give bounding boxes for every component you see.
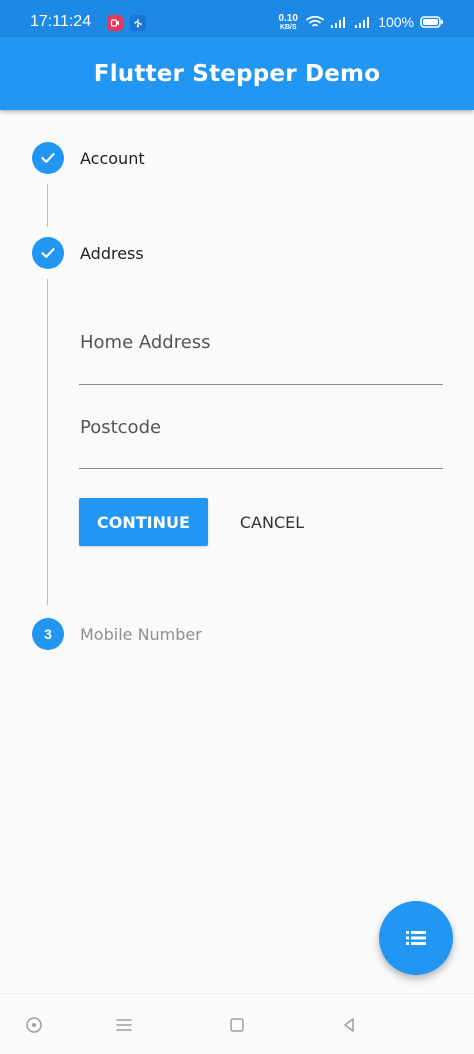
menu-button[interactable]	[113, 1014, 135, 1036]
step-address-complete-indicator[interactable]	[32, 237, 64, 269]
app-bar: Flutter Stepper Demo	[0, 37, 474, 110]
home-address-input[interactable]	[79, 384, 443, 385]
record-icon	[107, 15, 123, 31]
menu-icon	[116, 1019, 132, 1031]
step-mobile-number-indicator[interactable]: 3	[32, 618, 64, 650]
step-connector-line	[47, 279, 48, 605]
continue-button[interactable]: CONTINUE	[79, 498, 208, 546]
step-account-title[interactable]: Account	[80, 150, 145, 168]
status-indicators: 0.10 KB/S 100%	[276, 12, 444, 32]
wifi-icon	[306, 15, 325, 27]
status-bar: 17:11:24 0.10 KB/S 100%	[0, 0, 474, 37]
signal-icon	[331, 17, 346, 28]
step-number: 3	[44, 626, 52, 642]
back-triangle-icon	[344, 1018, 354, 1032]
target-icon	[26, 1017, 42, 1033]
target-button[interactable]	[23, 1014, 45, 1036]
step-address-title[interactable]: Address	[80, 245, 144, 263]
home-button[interactable]	[226, 1014, 248, 1036]
status-time: 17:11:24	[30, 13, 92, 30]
usb-icon	[130, 15, 146, 31]
step-connector-line	[47, 184, 48, 227]
network-speed: 0.10 KB/S	[276, 12, 300, 31]
app-title: Flutter Stepper Demo	[93, 60, 381, 87]
list-icon	[406, 931, 426, 945]
step-account-complete-indicator[interactable]	[32, 142, 64, 174]
navigation-bar	[0, 993, 474, 1054]
back-button[interactable]	[338, 1014, 360, 1036]
cancel-button[interactable]: CANCEL	[226, 498, 318, 546]
postcode-input[interactable]	[79, 468, 443, 469]
postcode-label[interactable]: Postcode	[80, 417, 161, 439]
battery-icon	[420, 16, 443, 28]
home-square-icon	[230, 1018, 244, 1032]
home-address-label[interactable]: Home Address	[80, 332, 211, 354]
step-mobile-number-title[interactable]: Mobile Number	[80, 626, 202, 644]
network-speed-unit: KB/S	[279, 23, 297, 31]
list-fab-button[interactable]	[379, 901, 453, 975]
check-icon	[41, 153, 55, 163]
network-speed-value: 0.10	[278, 12, 298, 24]
check-icon	[41, 248, 55, 258]
battery-percent: 100%	[378, 14, 414, 30]
signal-icon-secondary	[355, 17, 370, 28]
